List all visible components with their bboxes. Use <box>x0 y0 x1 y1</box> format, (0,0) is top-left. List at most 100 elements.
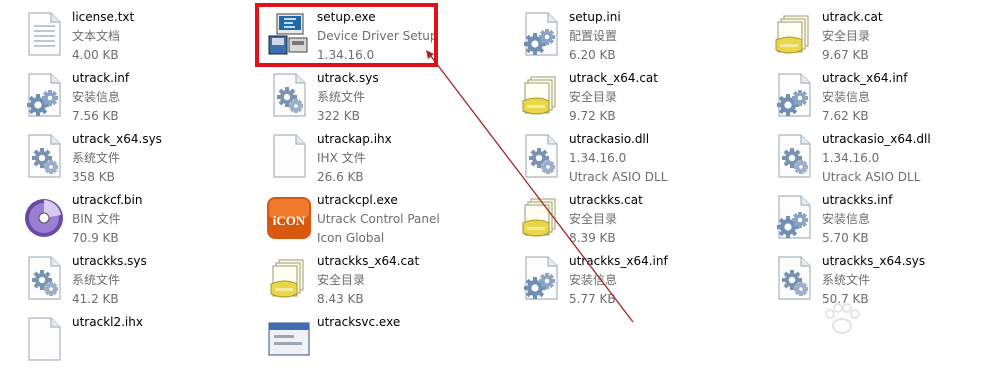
file-item-text: utrack_x64.cat 安全目录 9.72 KB <box>569 69 658 126</box>
dll-file-icon <box>517 132 565 180</box>
file-item-text: utrack.cat 安全目录 9.67 KB <box>822 8 883 65</box>
file-detail: 5.77 KB <box>569 292 616 306</box>
security-catalog-icon <box>517 71 565 119</box>
file-detail: 5.70 KB <box>822 231 869 245</box>
file-type: Device Driver Setup <box>317 29 438 43</box>
file-item-text: utrackap.ihx IHX 文件 26.6 KB <box>317 130 392 187</box>
file-name: utrackks.cat <box>569 193 643 207</box>
setup-info-icon <box>20 71 68 119</box>
text-file-icon <box>20 10 68 58</box>
config-settings-icon <box>517 10 565 58</box>
file-type: 安全目录 <box>317 273 366 287</box>
file-item-text: utrackcf.bin BIN 文件 70.9 KB <box>72 191 142 248</box>
file-item[interactable]: utrackap.ihx IHX 文件 26.6 KB <box>265 130 505 188</box>
system-file-icon <box>20 254 68 302</box>
file-item-text: utrackks.sys 系统文件 41.2 KB <box>72 252 147 309</box>
disc-bin-icon <box>20 193 68 241</box>
file-type: 1.34.16.0 <box>822 151 880 165</box>
file-item[interactable]: setup.exe Device Driver Setup 1.34.16.0 <box>265 8 505 66</box>
file-name: utrackap.ihx <box>317 132 392 146</box>
file-item-text: setup.exe Device Driver Setup 1.34.16.0 <box>317 8 438 65</box>
file-grid: license.txt 文本文档 4.00 KB setup.exe Device Dr… <box>0 0 1000 361</box>
file-name: utrackks_x64.inf <box>569 254 668 268</box>
file-detail: 322 KB <box>317 109 360 123</box>
file-item[interactable]: utrackl2.ihx <box>20 313 260 371</box>
file-item[interactable]: utrackks_x64.inf 安装信息 5.77 KB <box>517 252 757 310</box>
file-name: utrackcf.bin <box>72 193 143 207</box>
file-item[interactable]: utracksvc.exe <box>265 313 505 371</box>
file-name: utrackks.sys <box>72 254 147 268</box>
file-item[interactable]: iCON utrackcpl.exe Utrack Control Panel Ico… <box>265 191 505 249</box>
file-item[interactable]: utrack.inf 安装信息 7.56 KB <box>20 69 260 127</box>
file-type: 安装信息 <box>822 212 871 226</box>
file-detail: 8.39 KB <box>569 231 616 245</box>
file-name: license.txt <box>72 10 135 24</box>
file-type: BIN 文件 <box>72 212 121 226</box>
file-item-text: utrack.sys 系统文件 322 KB <box>317 69 379 126</box>
security-catalog-icon <box>770 10 818 58</box>
file-name: utrack.sys <box>317 71 379 85</box>
setup-info-icon <box>770 193 818 241</box>
file-item[interactable]: utrack_x64.sys 系统文件 358 KB <box>20 130 260 188</box>
file-item-text: utrackks_x64.sys 系统文件 50.7 KB <box>822 252 925 309</box>
file-item[interactable]: setup.ini 配置设置 6.20 KB <box>517 8 757 66</box>
file-type: 文本文档 <box>72 29 121 43</box>
file-item-text: utrackks_x64.cat 安全目录 8.43 KB <box>317 252 419 309</box>
file-name: utrack.inf <box>72 71 130 85</box>
file-name: utrackks_x64.sys <box>822 254 926 268</box>
file-name: utrackks_x64.cat <box>317 254 420 268</box>
file-detail: 41.2 KB <box>72 292 119 306</box>
file-name: utrackks.inf <box>822 193 893 207</box>
file-type: 安装信息 <box>822 90 871 104</box>
file-type: Utrack Control Panel <box>317 212 440 226</box>
setup-info-icon <box>517 254 565 302</box>
file-detail: 8.43 KB <box>317 292 364 306</box>
file-detail: 358 KB <box>72 170 115 184</box>
file-item[interactable]: utrackasio.dll 1.34.16.0 Utrack ASIO DLL <box>517 130 757 188</box>
setup-info-icon <box>770 71 818 119</box>
file-item[interactable]: utrackks_x64.cat 安全目录 8.43 KB <box>265 252 505 310</box>
file-item-text: utrackasio_x64.dll 1.34.16.0 Utrack ASIO D… <box>822 130 931 187</box>
file-detail: 4.00 KB <box>72 48 119 62</box>
file-item[interactable]: utrackks.inf 安装信息 5.70 KB <box>770 191 990 249</box>
file-item-text: utrackks.inf 安装信息 5.70 KB <box>822 191 892 248</box>
file-item-text: utrackl2.ihx <box>72 313 143 332</box>
file-item[interactable]: utrackcf.bin BIN 文件 70.9 KB <box>20 191 260 249</box>
file-item-text: utrackks.cat 安全目录 8.39 KB <box>569 191 643 248</box>
file-item-text: utrack_x64.sys 系统文件 358 KB <box>72 130 162 187</box>
file-item[interactable]: license.txt 文本文档 4.00 KB <box>20 8 260 66</box>
file-item[interactable]: utrackasio_x64.dll 1.34.16.0 Utrack ASIO D… <box>770 130 990 188</box>
file-detail: Utrack ASIO DLL <box>822 170 921 184</box>
file-detail: 9.72 KB <box>569 109 616 123</box>
icon-logo-text: iCON <box>273 213 306 228</box>
file-type: 系统文件 <box>72 273 121 287</box>
file-type: IHX 文件 <box>317 151 366 165</box>
security-catalog-icon <box>517 193 565 241</box>
setup-installer-icon <box>265 10 313 58</box>
file-detail: Icon Global <box>317 231 385 245</box>
file-name: setup.ini <box>569 10 621 24</box>
file-type: 1.34.16.0 <box>569 151 627 165</box>
file-detail: 7.56 KB <box>72 109 119 123</box>
file-item-text: utrackasio.dll 1.34.16.0 Utrack ASIO DLL <box>569 130 667 187</box>
security-catalog-icon <box>265 254 313 302</box>
file-item[interactable]: utrack.cat 安全目录 9.67 KB <box>770 8 990 66</box>
file-item-text: utrack.inf 安装信息 7.56 KB <box>72 69 129 126</box>
file-name: utrack_x64.sys <box>72 132 162 146</box>
file-detail: 9.67 KB <box>822 48 869 62</box>
file-item[interactable]: utrackks_x64.sys 系统文件 50.7 KB <box>770 252 990 310</box>
file-name: utracksvc.exe <box>317 315 401 329</box>
file-item[interactable]: utrackks.cat 安全目录 8.39 KB <box>517 191 757 249</box>
file-detail: 26.6 KB <box>317 170 364 184</box>
file-type: 系统文件 <box>822 273 871 287</box>
file-name: utrackcpl.exe <box>317 193 398 207</box>
file-item[interactable]: utrack_x64.cat 安全目录 9.72 KB <box>517 69 757 127</box>
window-app-icon <box>265 315 313 363</box>
system-file-icon <box>770 254 818 302</box>
file-item[interactable]: utrack_x64.inf 安装信息 7.62 KB <box>770 69 990 127</box>
file-type: 安全目录 <box>569 212 618 226</box>
file-item[interactable]: utrack.sys 系统文件 322 KB <box>265 69 505 127</box>
file-item[interactable]: utrackks.sys 系统文件 41.2 KB <box>20 252 260 310</box>
file-name: utrackasio.dll <box>569 132 650 146</box>
paw-watermark-icon <box>825 303 860 334</box>
